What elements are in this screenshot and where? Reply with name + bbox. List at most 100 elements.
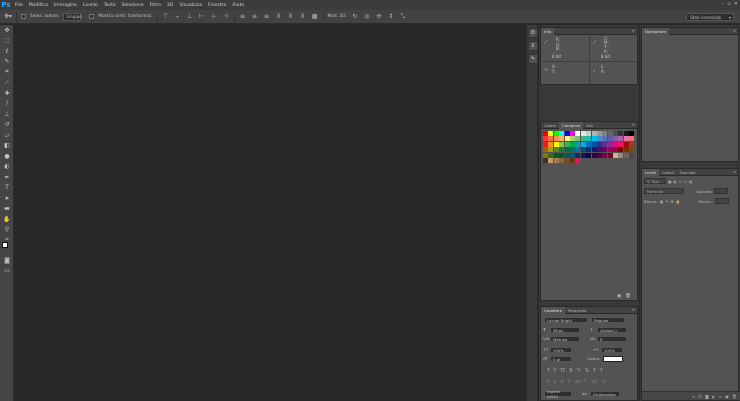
align-bottom-icon[interactable]: ⊥ (186, 13, 194, 21)
auto-align-icon[interactable]: ▦ (311, 13, 319, 21)
align-right-icon[interactable]: ⊣ (222, 13, 230, 21)
drag-3d-icon[interactable]: ✣ (375, 13, 383, 21)
history-brush-tool-icon[interactable]: ↺ (0, 120, 14, 131)
close-button[interactable]: ✕ (734, 1, 738, 7)
lock-transparent-icon[interactable]: ▦ (660, 199, 664, 204)
lock-all-icon[interactable]: 🔒 (676, 199, 681, 204)
swatch[interactable] (623, 136, 629, 142)
opentype-button[interactable]: T (584, 379, 587, 384)
text-style-button[interactable]: T (554, 368, 557, 373)
screen-mode-icon[interactable]: ▭ (0, 266, 14, 277)
swatch[interactable] (586, 152, 592, 158)
menu-selezione[interactable]: Selezione (119, 3, 147, 8)
text-style-button[interactable]: T (593, 368, 596, 373)
move-tool-preset-icon[interactable]: ✥▾ (4, 13, 12, 21)
swatch[interactable] (596, 152, 602, 158)
opentype-button[interactable]: 1st (591, 379, 598, 384)
swatch[interactable] (543, 141, 548, 147)
quick-mask-icon[interactable]: ◙ (0, 255, 14, 266)
swatch[interactable] (569, 152, 575, 158)
new-layer-icon[interactable]: ▣ (725, 394, 729, 399)
font-family-dropdown[interactable]: Lucida Bright (544, 317, 588, 323)
swatch[interactable] (629, 136, 635, 142)
font-style-dropdown[interactable]: Regular (591, 317, 625, 323)
panel-menu-icon[interactable]: ≡ (632, 307, 635, 312)
blur-tool-icon[interactable]: ● (0, 151, 14, 162)
document-workspace[interactable] (15, 25, 523, 401)
slide-3d-icon[interactable]: ⇕ (387, 13, 395, 21)
swatch[interactable] (580, 131, 586, 136)
swatch[interactable] (629, 152, 635, 158)
menu-3d[interactable]: 3D (164, 3, 176, 8)
swatch[interactable] (575, 147, 581, 153)
swatch[interactable] (602, 136, 608, 142)
distribute-hcenter-icon[interactable]: ⦀ (287, 13, 295, 21)
path-selection-tool-icon[interactable]: ➤ (0, 193, 14, 204)
swatch[interactable] (559, 136, 565, 142)
swatch[interactable] (586, 131, 592, 136)
eyedropper-tool-icon[interactable]: ⟋ (0, 78, 14, 89)
swatch[interactable] (575, 141, 581, 147)
swatch[interactable] (591, 152, 597, 158)
swatch[interactable] (607, 136, 613, 142)
adjustment-icon[interactable]: ◐ (712, 394, 716, 399)
rotate-3d-icon[interactable]: ↻ (351, 13, 359, 21)
panel-menu-icon[interactable]: ≡ (632, 28, 635, 33)
eyedropper-icon[interactable]: ⟋ (544, 40, 548, 46)
swatch[interactable] (569, 157, 575, 163)
history-panel-icon[interactable]: ⏱ (528, 28, 538, 38)
swatch[interactable] (553, 157, 559, 163)
show-transform-checkbox[interactable] (89, 14, 95, 19)
swatch[interactable] (559, 152, 565, 158)
healing-brush-tool-icon[interactable]: ✚ (0, 88, 14, 99)
swatch[interactable] (623, 152, 629, 158)
quick-selection-tool-icon[interactable]: ✎ (0, 57, 14, 68)
filter-shape-icon[interactable]: ▭ (683, 179, 687, 184)
swatch[interactable] (613, 131, 619, 136)
swatch[interactable] (543, 131, 548, 136)
swatch[interactable] (607, 147, 613, 153)
filter-smart-icon[interactable]: ▤ (689, 179, 693, 184)
swatch[interactable] (559, 157, 565, 163)
align-hcenter-icon[interactable]: ⊹ (210, 13, 218, 21)
swatch[interactable] (623, 147, 629, 153)
swatch[interactable] (591, 147, 597, 153)
swatch[interactable] (553, 152, 559, 158)
crop-tool-icon[interactable]: ⌗ (0, 67, 14, 78)
rectangle-tool-icon[interactable]: ▬ (0, 204, 14, 215)
tab-character[interactable]: Carattere (541, 306, 565, 314)
swatch[interactable] (575, 131, 581, 136)
swatch[interactable] (553, 136, 559, 142)
swatch[interactable] (575, 157, 581, 163)
auto-select-checkbox[interactable] (21, 14, 26, 19)
hand-tool-icon[interactable]: ✋ (0, 214, 14, 225)
zoom-tool-icon[interactable]: ⚲ (0, 225, 14, 236)
dodge-tool-icon[interactable]: ◐ (0, 162, 14, 173)
swatch[interactable] (607, 131, 613, 136)
opentype-button[interactable]: ½ (601, 379, 605, 384)
leading-dropdown[interactable]: (Autom.) (597, 327, 627, 333)
swatch[interactable] (543, 147, 548, 153)
swatch[interactable] (564, 147, 570, 153)
lock-position-icon[interactable]: ✥ (671, 199, 674, 204)
distribute-left-icon[interactable]: ⦀ (275, 13, 283, 21)
swatch[interactable] (548, 131, 554, 136)
swatch[interactable] (553, 131, 559, 136)
swatch[interactable] (607, 141, 613, 147)
workspace-dropdown[interactable]: Stati essenziali ▾ (686, 13, 734, 21)
menu-aiuto[interactable]: Aiuto (229, 3, 247, 8)
lasso-tool-icon[interactable]: ℓ (0, 46, 14, 57)
swatch[interactable] (564, 131, 570, 136)
swatch[interactable] (623, 141, 629, 147)
swatch[interactable] (596, 141, 602, 147)
text-style-button[interactable]: T (600, 368, 603, 373)
clone-stamp-tool-icon[interactable]: ⊥ (0, 109, 14, 120)
panel-menu-icon[interactable]: ≡ (733, 169, 736, 174)
swatch[interactable] (543, 152, 548, 158)
swatch[interactable] (613, 152, 619, 158)
swatch[interactable] (602, 141, 608, 147)
tab-info[interactable]: Info (541, 27, 555, 35)
brush-tool-icon[interactable]: ∕ (0, 99, 14, 110)
swatch[interactable] (548, 157, 554, 163)
opentype-button[interactable]: ơ (554, 379, 557, 384)
